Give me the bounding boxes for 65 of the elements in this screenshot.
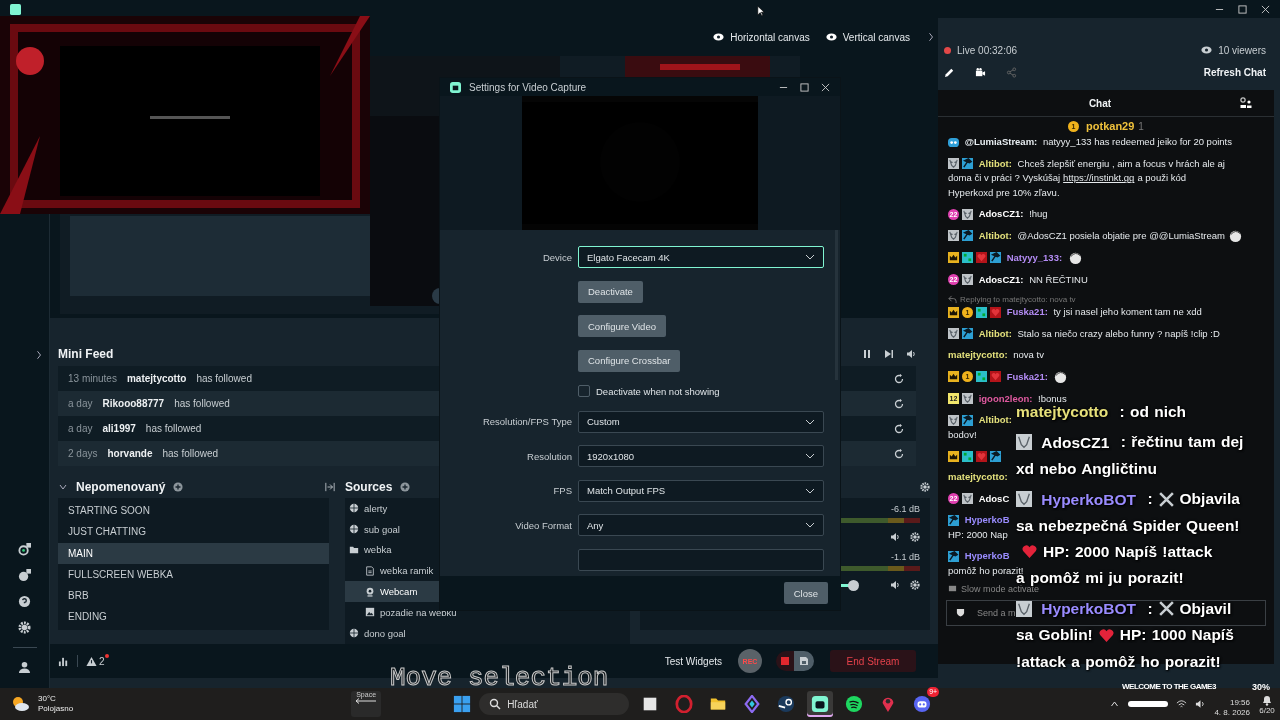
overlay-username: AdosCZ1 [1041, 433, 1110, 451]
overlay-message-text: xd nebo Angličtinu [1016, 460, 1157, 478]
event-user: horvande [107, 448, 153, 459]
chat-message-text: Hyperkoxd pre 10% zľavu. [948, 186, 1060, 198]
pinned-count: 1 [1138, 120, 1144, 132]
overlay-message-text: : řečtinu tam dej [1120, 433, 1244, 451]
reply-context: Replying to matejtycotto: nova tv [960, 293, 1076, 305]
panel-title: Sources [345, 480, 393, 494]
chat-message-text: HP: 2000 Nap [948, 528, 1008, 540]
field-label: Video Format [514, 519, 572, 531]
overlay-message-text: : [1147, 490, 1153, 508]
event-action: has followed [174, 398, 230, 409]
chat-message-text: a použi kód [1137, 172, 1186, 184]
overlay-message-text: Objavil [1179, 600, 1232, 618]
event-time: 2 days [68, 448, 98, 459]
overlay-message-text: sa nebezpečná Spider Queen! [1016, 517, 1240, 535]
chat-message-text: bodov! [948, 428, 977, 440]
event-user: matejtycotto [126, 373, 187, 384]
temperature: 30°C [38, 694, 57, 704]
chat-message-text: !bonus [1038, 392, 1067, 404]
chat-message-text: @AdosCZ1 posiela objatie pre @@LumiaStream [1017, 229, 1225, 241]
chat-message-text: ty jsi nasel jeho koment tam ne xdd [1053, 306, 1202, 318]
overlay-message-text: HP: 2000 Napíš !attack [1043, 543, 1213, 561]
overlay-message-text: HP: 1000 Napíš [1119, 626, 1234, 644]
overlay-username: HyperkoBOT [1041, 490, 1137, 508]
overlay-game-title: WELCOME TO THE GAME3 [1122, 682, 1216, 691]
field-label: FPS [552, 485, 572, 496]
weather-description: Polojasno [38, 704, 74, 714]
overlay-message-text: sa Goblin! [1016, 626, 1093, 644]
event-action: has followed [162, 448, 219, 459]
panel-title: Mini Feed [58, 347, 114, 361]
field-label: Resolution [526, 450, 572, 462]
volume-reading: -1.1 dB [890, 552, 920, 562]
chat-message-text: Stalo sa niečo crazy alebo funny ? napíš !clip :D [1017, 327, 1220, 339]
live-status: Live 00:32:06 [957, 44, 1018, 56]
overlay-message-text: : [1147, 600, 1153, 618]
event-user: ali1997 [102, 423, 136, 434]
chat-message-text: doma či v práci ? Vyskúšaj [948, 172, 1061, 184]
overlay-message-text: Objavila [1179, 490, 1240, 508]
viewer-count: 10 viewers [1218, 44, 1266, 56]
chat-message-text: natyyy_133 has redeemed jeiko for 20 points [1042, 136, 1232, 148]
event-action: has followed [145, 423, 202, 434]
chat-message-text: NN ŘEČTINU [1029, 273, 1088, 285]
overlay-username: HyperkoBOT [1041, 600, 1137, 618]
warning-count: 2 [99, 655, 105, 667]
event-action: has followed [196, 373, 252, 384]
event-time: 13 minutes [68, 373, 117, 384]
volume-reading: -6.1 dB [890, 504, 920, 514]
chat-message-text: !hug [1029, 208, 1048, 220]
overlay-message-text: : od nich [1119, 403, 1187, 421]
pinned-user: potkan29 [1086, 120, 1135, 132]
chat-message-text: nova tv [1013, 349, 1044, 361]
field-label: Resolution/FPS Type [481, 416, 572, 427]
chat-message-text: pomôž ho porazit! [948, 564, 1024, 576]
overlay-percent-text: 30% [1252, 682, 1270, 692]
checkbox-label: Deactivate when not showing [596, 385, 720, 397]
chat-title: Chat [1088, 97, 1112, 109]
notification-count: 6/20 [1259, 705, 1275, 715]
event-time: a day [68, 423, 93, 434]
event-time: a day [68, 398, 93, 409]
overlay-username: matejtycotto [1016, 403, 1109, 421]
event-user: Rikooo88777 [102, 398, 165, 409]
chat-message-text: Chceš zlepšiť energiu , aim a focus v hrách ale aj [1017, 157, 1225, 169]
overlay-caption: Move selection [390, 668, 609, 688]
overlay-message-text: !attack a pomôž ho porazit! [1016, 653, 1221, 671]
